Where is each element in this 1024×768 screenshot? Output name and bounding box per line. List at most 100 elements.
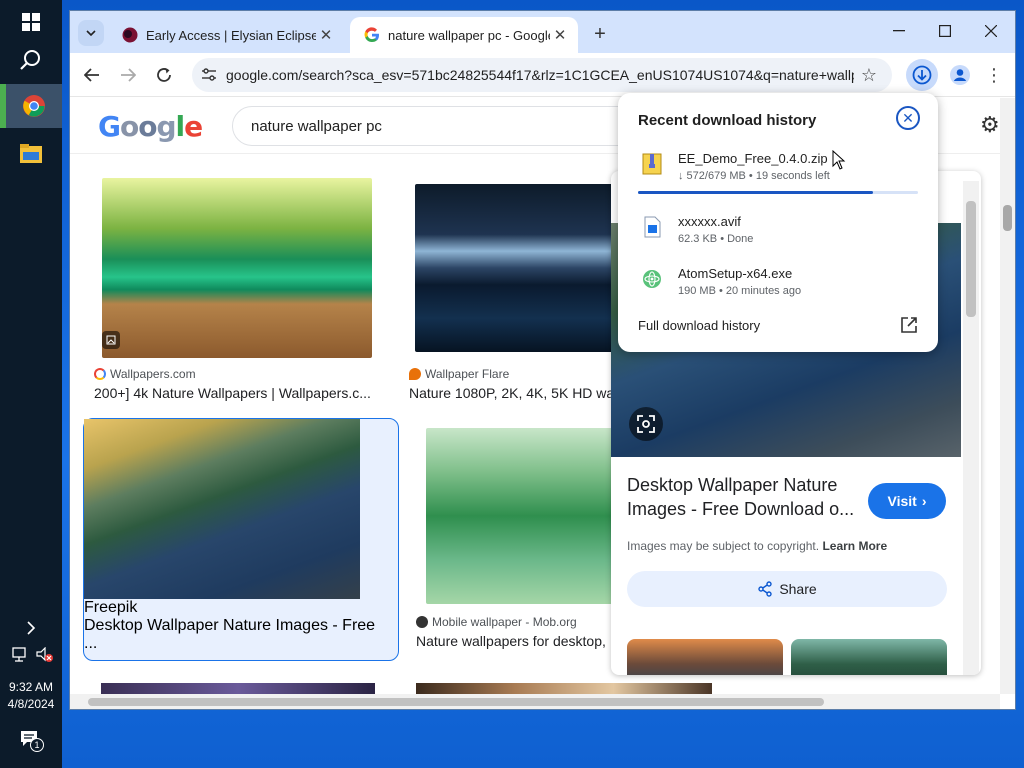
download-history-bubble: Recent download history ✕ EE_Demo_Free_0… — [618, 93, 938, 352]
url-text: google.com/search?sca_esv=571bc24825544f… — [226, 67, 854, 83]
lens-icon — [637, 415, 655, 433]
share-icon — [758, 581, 773, 597]
download-item-ee-demo[interactable]: EE_Demo_Free_0.4.0.zip ↓ 572/679 MB • 19… — [638, 151, 928, 191]
mob-org-icon — [416, 616, 428, 628]
image-file-icon — [644, 216, 661, 238]
taskbar-chrome-button[interactable] — [0, 84, 62, 128]
download-filename: AtomSetup-x64.exe — [678, 266, 793, 281]
windows-icon — [22, 13, 40, 31]
result-caption[interactable]: Nature 1080P, 2K, 4K, 5K HD wa — [409, 385, 611, 401]
reload-icon — [157, 68, 171, 82]
arrow-left-icon — [84, 68, 99, 82]
search-icon — [20, 50, 40, 70]
preview-scroll-thumb[interactable] — [966, 201, 976, 317]
download-status: ↓ 572/679 MB • 19 seconds left — [678, 170, 830, 182]
maximize-icon — [939, 25, 951, 37]
tab-close-icon[interactable]: ✕ — [316, 25, 336, 45]
show-hidden-icons-button[interactable] — [0, 608, 62, 648]
result-card-3-selected[interactable]: Freepik Desktop Wallpaper Nature Images … — [83, 418, 399, 661]
volume-muted-icon[interactable] — [36, 646, 54, 663]
maximize-button[interactable] — [922, 11, 968, 51]
learn-more-link[interactable]: Learn More — [822, 539, 887, 553]
scroll-thumb[interactable] — [1003, 205, 1012, 231]
tab-search-button[interactable] — [78, 20, 104, 46]
back-button[interactable] — [78, 61, 106, 89]
site-settings-icon[interactable] — [192, 68, 226, 82]
result-source[interactable]: Mobile wallpaper - Mob.org — [416, 615, 577, 629]
tab-early-access[interactable]: Early Access | Elysian Eclipse ✕ — [108, 17, 344, 53]
chrome-menu-button[interactable]: ⋮ — [982, 61, 1006, 89]
arrow-right-icon — [121, 68, 136, 82]
tab-strip: Early Access | Elysian Eclipse ✕ nature … — [70, 11, 1015, 53]
taskbar-search-button[interactable] — [0, 38, 62, 82]
taskbar-file-explorer-button[interactable] — [0, 132, 62, 176]
download-bubble-heading: Recent download history — [638, 112, 817, 129]
result-thumbnail[interactable] — [426, 428, 616, 604]
forward-button[interactable] — [114, 61, 142, 89]
download-progress-bar — [638, 191, 918, 194]
related-image[interactable] — [627, 639, 783, 675]
close-window-button[interactable] — [968, 11, 1014, 51]
close-download-bubble-button[interactable]: ✕ — [896, 106, 920, 130]
download-item-atom[interactable]: AtomSetup-x64.exe 190 MB • 20 minutes ag… — [638, 266, 928, 306]
download-progress-fill — [638, 191, 874, 194]
download-status: 190 MB • 20 minutes ago — [678, 285, 802, 297]
scroll-thumb[interactable] — [88, 698, 824, 706]
result-caption[interactable]: Nature wallpapers for desktop, — [416, 633, 616, 649]
bookmark-star-icon[interactable]: ☆ — [854, 65, 884, 86]
search-query: nature wallpaper pc — [251, 117, 382, 135]
download-status: 62.3 KB • Done — [678, 233, 754, 245]
browser-toolbar: google.com/search?sca_esv=571bc24825544f… — [70, 53, 1015, 97]
tab-google-search[interactable]: nature wallpaper pc - Google S ✕ — [350, 17, 578, 53]
zip-file-icon — [642, 153, 662, 175]
share-button[interactable]: Share — [627, 571, 947, 607]
search-input[interactable]: nature wallpaper pc ✕ — [232, 106, 672, 146]
result-source[interactable]: Wallpaper Flare — [409, 367, 509, 381]
copyright-notice: Images may be subject to copyright. Lear… — [627, 539, 888, 553]
atom-installer-icon — [643, 270, 661, 288]
preview-scrollbar[interactable] — [963, 181, 979, 675]
page-horizontal-scrollbar[interactable] — [70, 694, 1000, 709]
downloads-button[interactable] — [906, 59, 938, 91]
result-source[interactable]: Freepik — [84, 599, 398, 617]
full-download-history-link[interactable]: Full download history — [638, 318, 760, 333]
settings-gear-icon[interactable]: ⚙ — [980, 112, 1000, 138]
notification-center-button[interactable]: 1 — [20, 730, 44, 754]
minimize-button[interactable] — [876, 11, 922, 51]
download-filename: xxxxxx.avif — [678, 214, 741, 229]
google-lens-button[interactable] — [629, 407, 663, 441]
reload-button[interactable] — [150, 61, 178, 89]
visit-button[interactable]: Visit › — [868, 483, 946, 519]
clock-date[interactable]: 4/8/2024 — [0, 697, 62, 712]
tab-close-icon[interactable]: ✕ — [550, 25, 570, 45]
address-bar[interactable]: google.com/search?sca_esv=571bc24825544f… — [192, 58, 892, 92]
result-thumbnail[interactable] — [415, 184, 615, 352]
tab-title: nature wallpaper pc - Google S — [388, 27, 550, 43]
chrome-icon — [23, 95, 45, 117]
wallpaper-flare-icon — [409, 368, 421, 380]
chevron-right-icon: › — [921, 493, 927, 509]
result-thumbnail[interactable] — [102, 178, 372, 358]
result-thumbnail-partial[interactable] — [101, 683, 375, 694]
profile-button[interactable] — [946, 61, 974, 89]
clock-time[interactable]: 9:32 AM — [0, 680, 62, 695]
google-logo[interactable]: Google — [98, 110, 203, 143]
plus-icon: + — [594, 22, 606, 45]
page-vertical-scrollbar[interactable] — [1000, 98, 1015, 694]
related-image[interactable] — [791, 639, 947, 675]
result-caption[interactable]: 200+] 4k Nature Wallpapers | Wallpapers.… — [94, 385, 380, 401]
result-source[interactable]: Wallpapers.com — [94, 367, 196, 381]
chevron-right-icon — [27, 621, 36, 635]
notification-count-badge: 1 — [30, 738, 44, 752]
download-filename: EE_Demo_Free_0.4.0.zip — [678, 151, 828, 166]
result-thumbnail[interactable] — [84, 419, 360, 599]
close-icon — [985, 25, 997, 37]
preview-title[interactable]: Desktop Wallpaper Nature Images - Free D… — [627, 473, 863, 521]
download-item-avif[interactable]: xxxxxx.avif 62.3 KB • Done — [638, 214, 928, 254]
google-favicon-icon — [364, 27, 379, 43]
open-in-new-icon[interactable] — [900, 316, 918, 334]
result-caption[interactable]: Desktop Wallpaper Nature Images - Free .… — [84, 617, 380, 653]
network-icon[interactable] — [12, 647, 30, 663]
new-tab-button[interactable]: + — [588, 22, 612, 46]
result-thumbnail-partial[interactable] — [416, 683, 712, 694]
